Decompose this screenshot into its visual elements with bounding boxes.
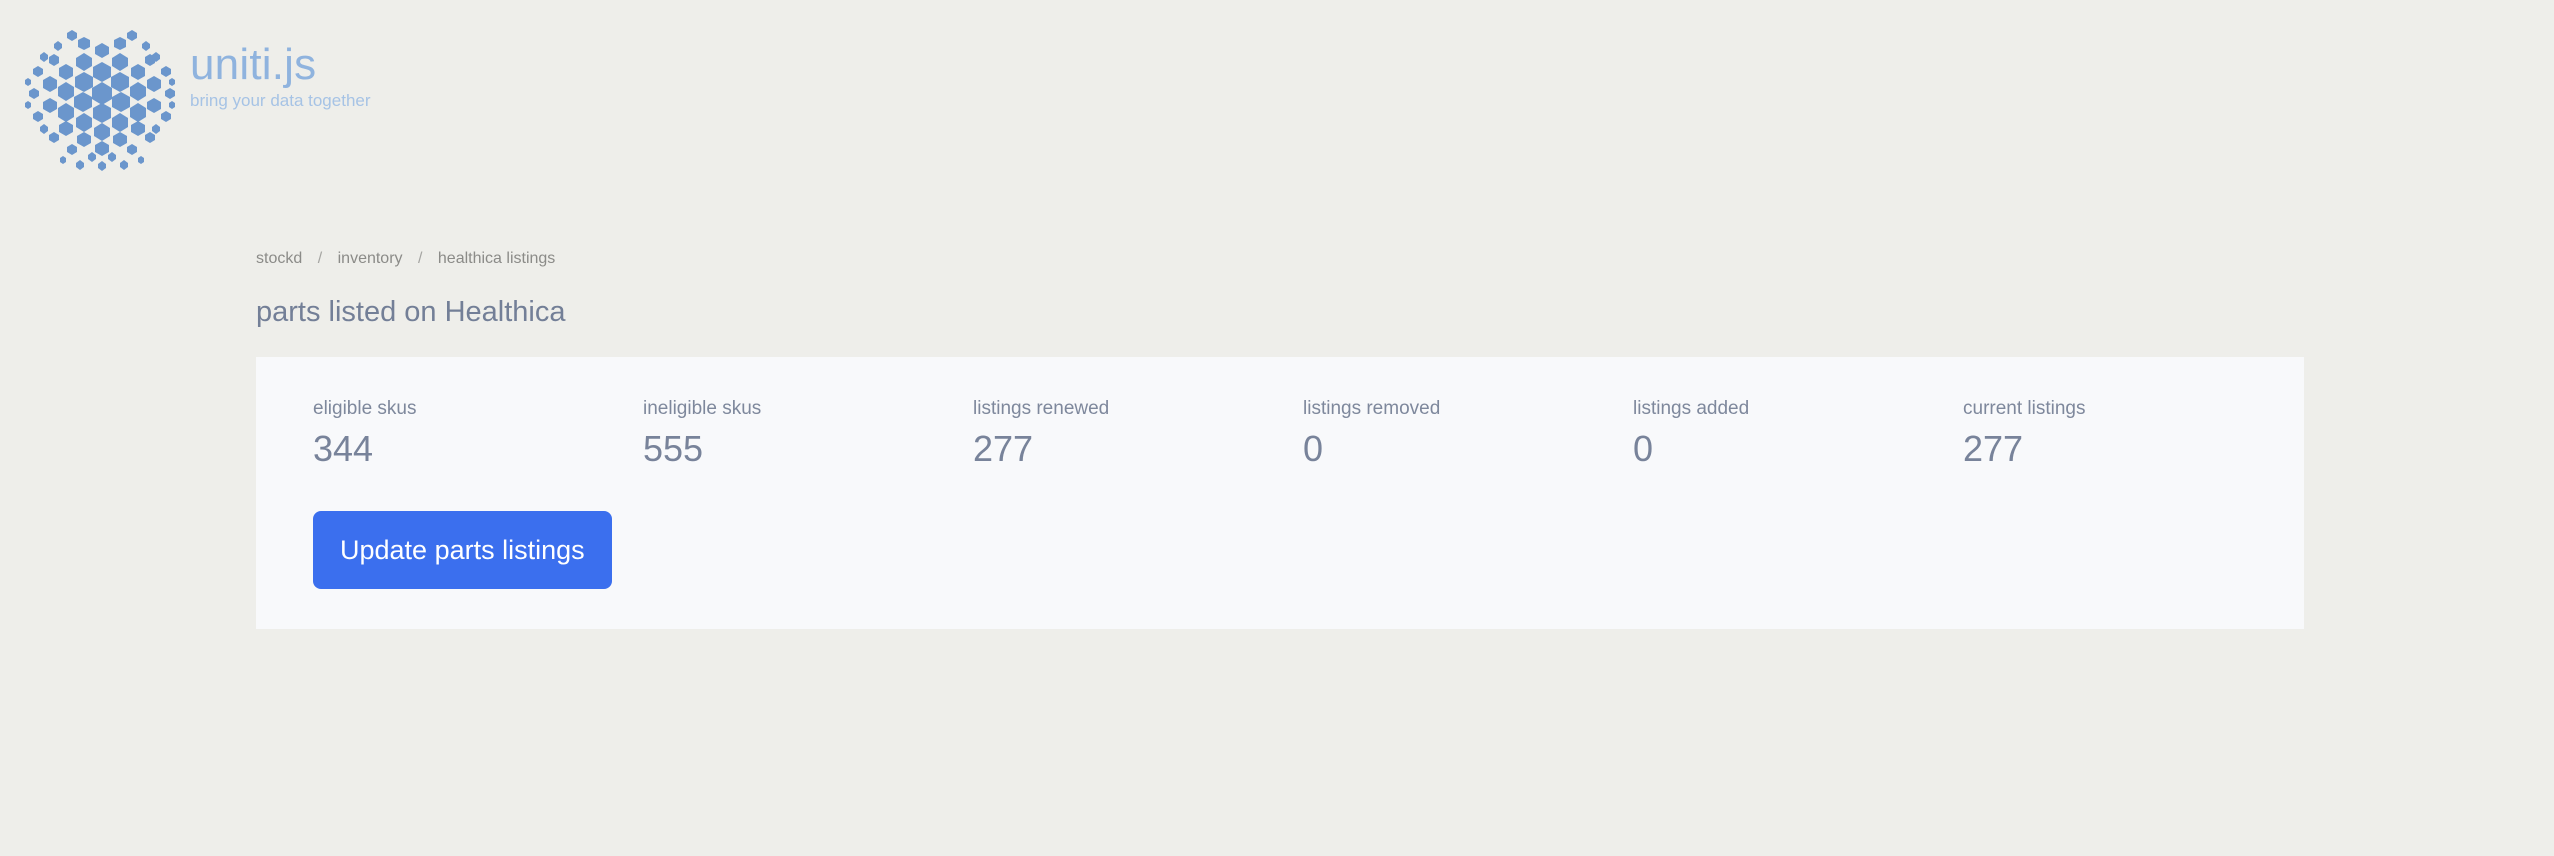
stat-listings-added: listings added 0 [1633, 397, 1963, 471]
stat-current-listings: current listings 277 [1963, 397, 2293, 471]
breadcrumb-item-stockd[interactable]: stockd [256, 250, 302, 267]
brand-tagline: bring your data together [190, 91, 371, 110]
breadcrumb-separator: / [317, 250, 323, 267]
stat-value: 277 [973, 428, 1034, 469]
stat-ineligible-skus: ineligible skus 555 [643, 397, 973, 471]
stat-value: 0 [1303, 428, 1324, 469]
stat-listings-removed: listings removed 0 [1303, 397, 1633, 471]
breadcrumb-item-healthica-listings[interactable]: healthica listings [438, 250, 555, 267]
stat-label: listings added [1633, 398, 1750, 419]
stat-label: listings renewed [973, 398, 1110, 419]
stat-value: 0 [1633, 428, 1654, 469]
page-title: parts listed on Healthica [256, 296, 566, 328]
stat-label: current listings [1963, 398, 2086, 419]
breadcrumb: stockd / inventory / healthica listings [256, 248, 2316, 270]
stat-listings-renewed: listings renewed 277 [973, 397, 1303, 471]
main-content: stockd / inventory / healthica listings … [256, 248, 2316, 629]
stat-value: 344 [313, 428, 374, 469]
breadcrumb-separator: / [417, 250, 423, 267]
stat-label: ineligible skus [643, 398, 762, 419]
brand-header: uniti.js bring your data together [14, 8, 434, 176]
stat-label: eligible skus [313, 398, 417, 419]
update-parts-listings-button[interactable]: Update parts listings [313, 511, 612, 589]
stat-label: listings removed [1303, 398, 1441, 419]
stats-card: eligible skus 344 ineligible skus 555 li… [256, 357, 2304, 629]
brand-text-block: uniti.js bring your data together [190, 42, 430, 112]
breadcrumb-item-inventory[interactable]: inventory [338, 250, 403, 267]
brand-wordmark: uniti.js [190, 40, 317, 89]
stats-row: eligible skus 344 ineligible skus 555 li… [313, 397, 2304, 471]
stat-eligible-skus: eligible skus 344 [313, 397, 643, 471]
stat-value: 555 [643, 428, 704, 469]
stat-value: 277 [1963, 428, 2024, 469]
uniti-dots-logo-icon [14, 8, 182, 176]
